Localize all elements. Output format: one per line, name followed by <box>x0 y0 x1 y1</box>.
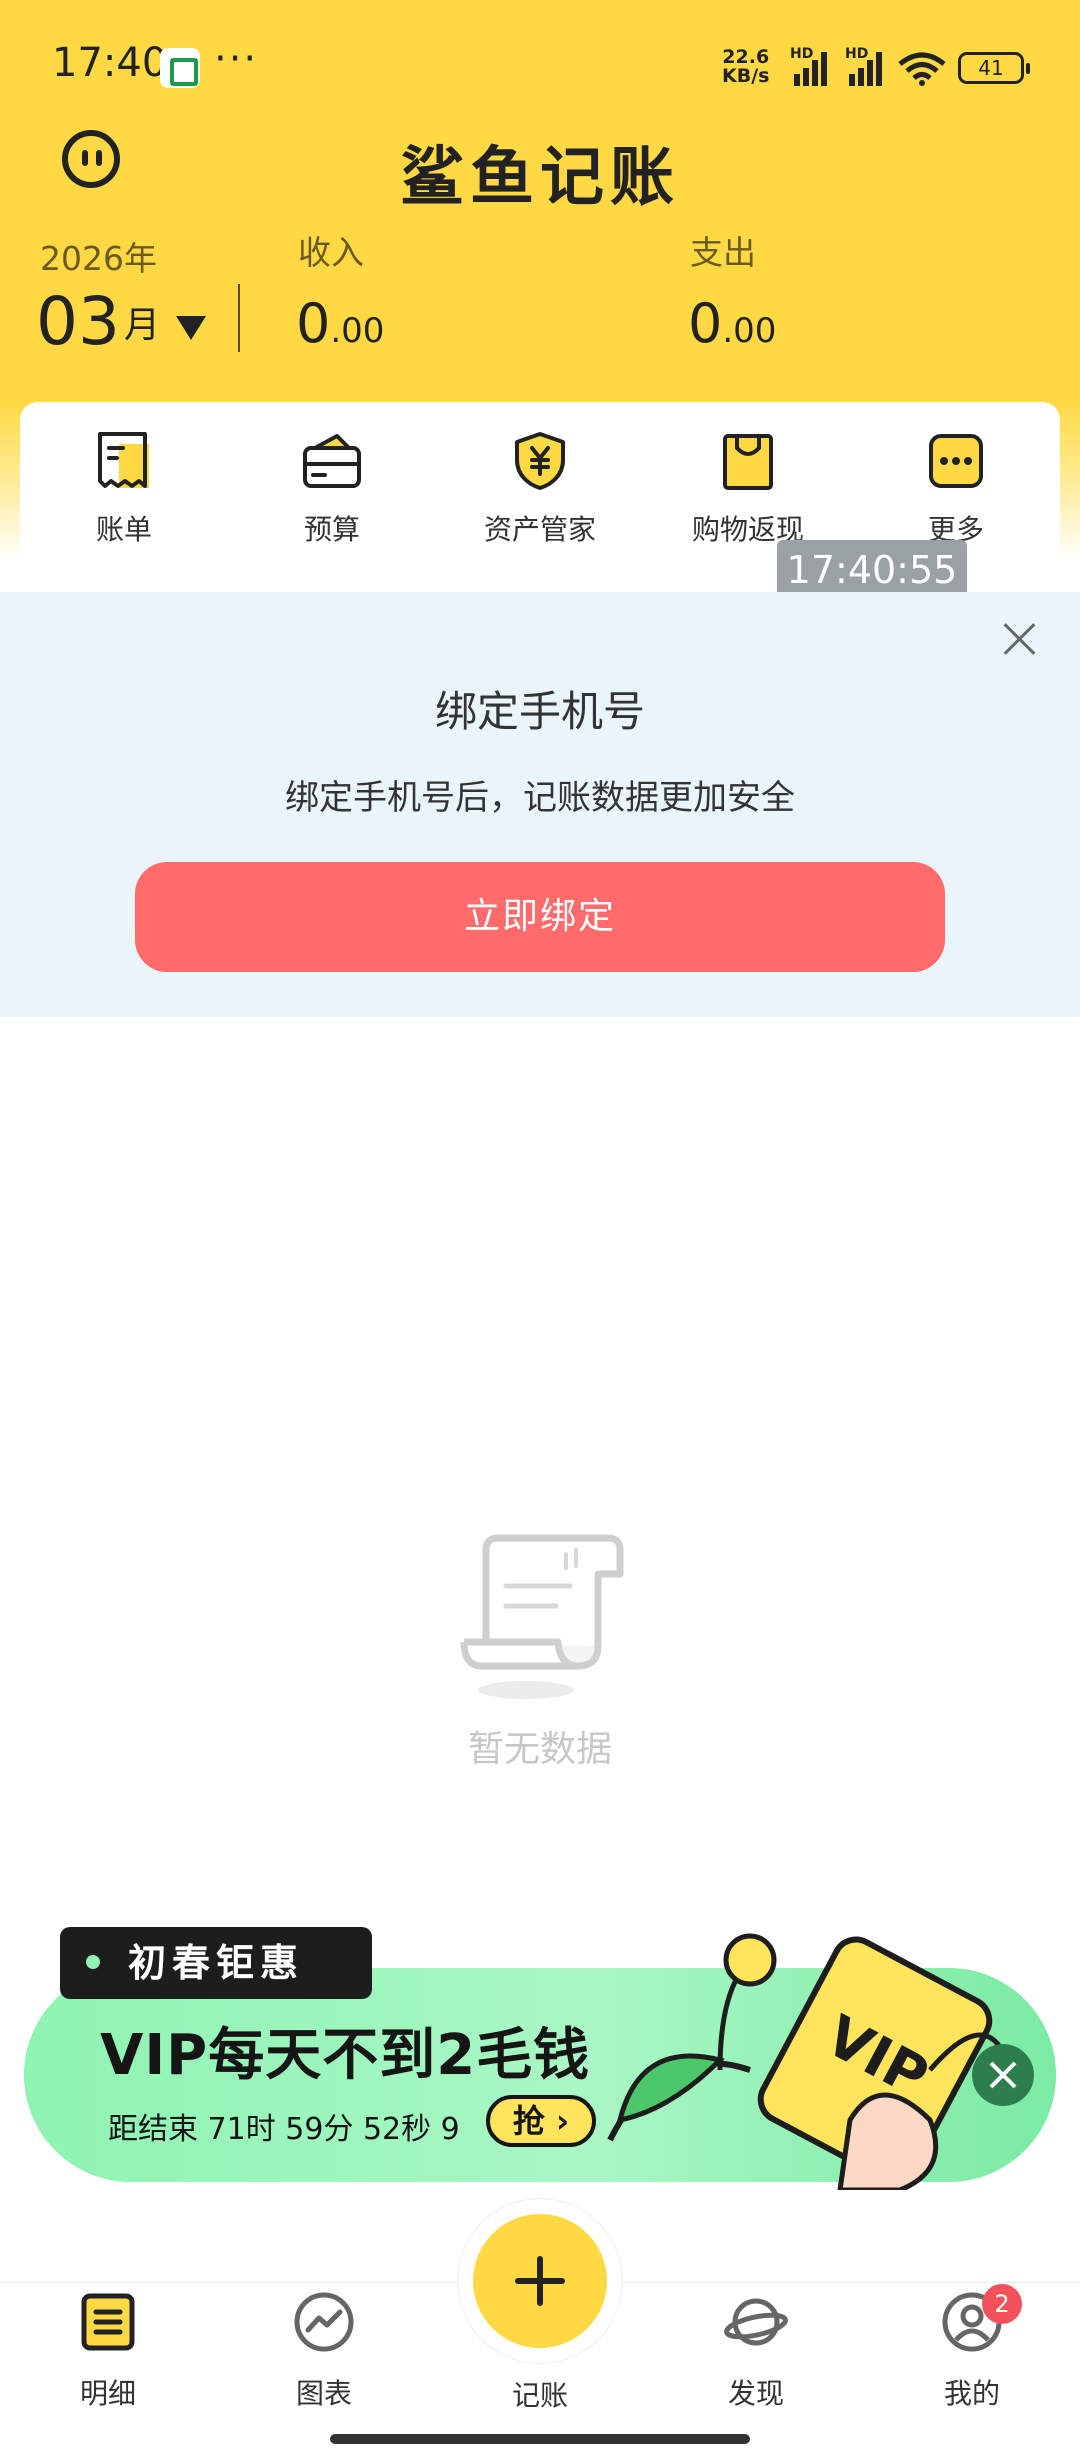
bill-icon <box>98 432 149 488</box>
vip-countdown: 距结束 71时 59分 52秒 9 <box>108 2112 460 2147</box>
chart-icon <box>294 2292 354 2352</box>
notification-badge: 2 <box>982 2284 1022 2324</box>
nav-item-chart[interactable]: 图表 <box>244 2290 404 2412</box>
month-selector[interactable]: 03 月 <box>36 278 206 358</box>
signal-2-icon: HD <box>845 46 891 86</box>
vip-promo-tag: 初春钜惠 <box>60 1927 372 1999</box>
wifi-icon <box>898 52 946 86</box>
bind-now-button[interactable]: 立即绑定 <box>135 862 945 972</box>
hd-label: HD <box>790 46 814 62</box>
shield-yen-icon <box>515 432 565 490</box>
expense-value-dec: .00 <box>722 311 777 351</box>
vip-promo-headline: VIP每天不到2毛钱 <box>100 2023 591 2088</box>
bind-phone-description: 绑定手机号后，记账数据更加安全 <box>285 778 795 818</box>
vip-close-icon[interactable] <box>972 2044 1034 2106</box>
hd-label: HD <box>845 46 869 62</box>
expense-label: 支出 <box>690 233 756 272</box>
nav-item-discover[interactable]: 发现 <box>676 2290 836 2412</box>
nav-label-chart: 图表 <box>295 2377 352 2410</box>
shopping-bag-icon <box>723 434 773 490</box>
post-app-icon <box>160 48 200 88</box>
nav-label-discover: 发现 <box>727 2377 784 2410</box>
month-number: 03 <box>36 283 120 360</box>
status-bar: 17:40 ··· 22.6 KB/s HD HD 41 <box>0 0 1080 130</box>
tool-asset-manager-label: 资产管家 <box>483 513 596 546</box>
status-more-dots: ··· <box>214 36 259 82</box>
planet-icon <box>724 2298 788 2346</box>
home-indicator <box>330 2434 750 2444</box>
list-icon <box>81 2293 135 2351</box>
signal-1-icon: HD <box>790 46 836 86</box>
nav-label-detail: 明细 <box>79 2377 136 2410</box>
timestamp-overlay: 17:40:55 <box>777 540 967 600</box>
empty-state-text: 暂无数据 <box>467 1729 612 1770</box>
income-value-dec: .00 <box>330 311 385 351</box>
nav-label-mine: 我的 <box>943 2377 1000 2410</box>
network-speed-unit: KB/s <box>722 65 770 87</box>
expense-value-int: 0 <box>688 292 723 355</box>
app-title: 鲨鱼记账 <box>400 141 680 215</box>
battery-level: 41 <box>978 56 1004 80</box>
wallet-icon <box>303 434 361 488</box>
header-divider <box>238 284 240 352</box>
more-icon <box>929 434 983 488</box>
nav-item-mine[interactable]: 我的 <box>892 2290 1052 2412</box>
nav-item-detail[interactable]: 明细 <box>28 2290 188 2412</box>
caret-down-icon <box>176 316 206 340</box>
tool-budget[interactable]: 预算 <box>228 402 436 570</box>
bind-phone-title: 绑定手机号 <box>434 687 645 736</box>
vip-card-illustration: VIP <box>607 1933 1010 2190</box>
vip-grab-label: 抢 <box>512 2102 545 2140</box>
income-value-int: 0 <box>296 292 331 355</box>
income-value: 0.00 <box>296 292 384 355</box>
vip-grab-button[interactable]: 抢 › <box>486 2095 596 2147</box>
tool-asset-manager[interactable]: 资产管家 <box>436 402 644 570</box>
nav-label-record[interactable]: 记账 <box>460 2374 620 2414</box>
month-unit: 月 <box>123 305 160 346</box>
year-label: 2026年 <box>40 239 157 278</box>
income-label: 收入 <box>298 233 364 272</box>
expense-value: 0.00 <box>688 292 776 355</box>
battery-icon: 41 <box>958 52 1030 84</box>
network-speed: 22.6 KB/s <box>722 48 769 86</box>
empty-receipt-icon <box>460 1534 624 1699</box>
close-icon[interactable] <box>1003 622 1037 656</box>
tool-budget-label: 预算 <box>303 513 360 546</box>
status-time: 17:40 <box>52 40 168 86</box>
plus-icon[interactable] <box>473 2214 607 2348</box>
tool-bill[interactable]: 账单 <box>20 402 228 570</box>
tool-bill-label: 账单 <box>95 513 152 546</box>
